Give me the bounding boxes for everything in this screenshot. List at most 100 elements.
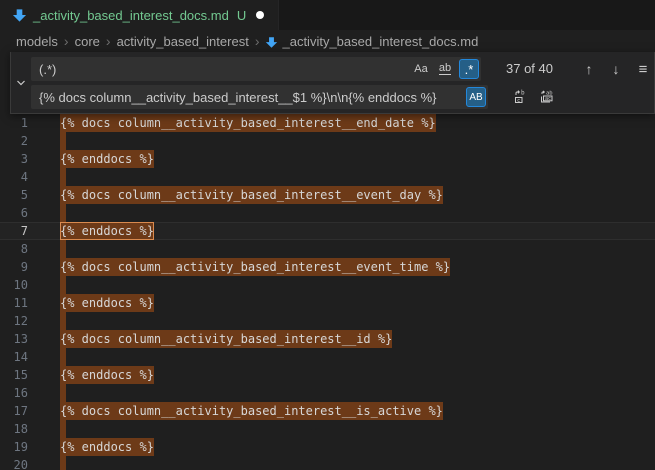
gutter[interactable]: 1 bbox=[0, 114, 60, 132]
code-content[interactable] bbox=[60, 384, 655, 402]
gutter[interactable]: 10 bbox=[0, 276, 60, 294]
replace-button[interactable]: b c bbox=[511, 87, 531, 107]
gutter[interactable]: 6 bbox=[0, 204, 60, 222]
code-line[interactable]: 1{% docs column__activity_based_interest… bbox=[0, 114, 655, 132]
code-line[interactable]: 11{% enddocs %} bbox=[0, 294, 655, 312]
gutter[interactable]: 7 bbox=[0, 222, 60, 240]
gutter[interactable]: 20 bbox=[0, 456, 60, 470]
code-content[interactable]: {% docs column__activity_based_interest_… bbox=[60, 330, 655, 348]
gutter[interactable]: 19 bbox=[0, 438, 60, 456]
find-input-wrap: Aa ab .* bbox=[31, 57, 481, 81]
code-content[interactable] bbox=[60, 132, 655, 150]
code-line[interactable]: 13{% docs column__activity_based_interes… bbox=[0, 330, 655, 348]
code-content[interactable]: {% enddocs %} bbox=[60, 366, 655, 384]
markdown-file-icon bbox=[12, 8, 27, 23]
line-number: 4 bbox=[0, 168, 28, 186]
breadcrumb-item-activity-based-interest[interactable]: activity_based_interest bbox=[117, 34, 249, 49]
gutter[interactable]: 14 bbox=[0, 348, 60, 366]
code-content[interactable] bbox=[60, 276, 655, 294]
chevron-down-icon bbox=[15, 77, 27, 89]
gutter[interactable]: 8 bbox=[0, 240, 60, 258]
breadcrumb-item-models[interactable]: models bbox=[16, 34, 58, 49]
code-line[interactable]: 17{% docs column__activity_based_interes… bbox=[0, 402, 655, 420]
gutter[interactable]: 11 bbox=[0, 294, 60, 312]
editor-pane[interactable]: 1{% docs column__activity_based_interest… bbox=[0, 52, 655, 470]
line-number: 10 bbox=[0, 276, 28, 294]
code-line[interactable]: 15{% enddocs %} bbox=[0, 366, 655, 384]
gutter[interactable]: 15 bbox=[0, 366, 60, 384]
code-content[interactable]: {% enddocs %} bbox=[60, 222, 655, 240]
git-status-badge: U bbox=[237, 8, 246, 23]
code-line[interactable]: 14 bbox=[0, 348, 655, 366]
find-match-highlight-empty bbox=[60, 420, 66, 438]
gutter[interactable]: 17 bbox=[0, 402, 60, 420]
code-area[interactable]: 1{% docs column__activity_based_interest… bbox=[0, 114, 655, 470]
find-match-highlight: {% docs column__activity_based_interest_… bbox=[60, 330, 392, 348]
code-line[interactable]: 8 bbox=[0, 240, 655, 258]
code-content[interactable]: {% docs column__activity_based_interest_… bbox=[60, 186, 655, 204]
match-count: 37 of 40 bbox=[506, 57, 553, 81]
gutter[interactable]: 18 bbox=[0, 420, 60, 438]
gutter[interactable]: 5 bbox=[0, 186, 60, 204]
gutter[interactable]: 13 bbox=[0, 330, 60, 348]
gutter[interactable]: 4 bbox=[0, 168, 60, 186]
find-in-selection-button[interactable]: ≡ bbox=[633, 59, 653, 79]
toggle-replace-button[interactable] bbox=[11, 52, 31, 113]
code-line[interactable]: 12 bbox=[0, 312, 655, 330]
code-line[interactable]: 20 bbox=[0, 456, 655, 470]
breadcrumb-item--activity-based-interest-docs-md[interactable]: _activity_based_interest_docs.md bbox=[282, 34, 478, 49]
code-content[interactable]: {% docs column__activity_based_interest_… bbox=[60, 258, 655, 276]
modified-dot-icon[interactable] bbox=[256, 11, 264, 19]
next-match-button[interactable]: ↓ bbox=[606, 59, 626, 79]
code-content[interactable] bbox=[60, 204, 655, 222]
code-line[interactable]: 5{% docs column__activity_based_interest… bbox=[0, 186, 655, 204]
gutter[interactable]: 12 bbox=[0, 312, 60, 330]
code-content[interactable]: {% docs column__activity_based_interest_… bbox=[60, 402, 655, 420]
gutter[interactable]: 3 bbox=[0, 150, 60, 168]
code-line[interactable]: 16 bbox=[0, 384, 655, 402]
code-content[interactable] bbox=[60, 348, 655, 366]
code-content[interactable]: {% docs column__activity_based_interest_… bbox=[60, 114, 655, 132]
gutter[interactable]: 16 bbox=[0, 384, 60, 402]
line-number: 14 bbox=[0, 348, 28, 366]
code-line[interactable]: 3 {% enddocs %} bbox=[0, 150, 655, 168]
code-line[interactable]: 2 bbox=[0, 132, 655, 150]
code-content[interactable] bbox=[60, 456, 655, 470]
replace-all-button[interactable]: ab ac bbox=[537, 87, 557, 107]
code-line[interactable]: 7{% enddocs %} bbox=[0, 222, 655, 240]
code-content[interactable] bbox=[60, 420, 655, 438]
code-content[interactable] bbox=[60, 312, 655, 330]
preserve-case-button[interactable]: AB bbox=[466, 87, 486, 107]
line-number: 2 bbox=[0, 132, 28, 150]
code-line[interactable]: 6 bbox=[0, 204, 655, 222]
find-match-highlight-empty bbox=[60, 384, 66, 402]
match-case-button[interactable]: Aa bbox=[411, 59, 431, 79]
line-number: 16 bbox=[0, 384, 28, 402]
markdown-file-icon bbox=[265, 36, 278, 49]
find-match-highlight: {% enddocs %} bbox=[60, 294, 154, 312]
code-line[interactable]: 4 bbox=[0, 168, 655, 186]
line-number: 18 bbox=[0, 420, 28, 438]
find-match-highlight-empty bbox=[60, 168, 66, 186]
whole-word-button[interactable]: ab bbox=[435, 59, 455, 79]
code-content[interactable] bbox=[60, 168, 655, 186]
replace-input[interactable] bbox=[31, 85, 488, 109]
replace-icon: b c bbox=[513, 89, 529, 105]
code-line[interactable]: 10 bbox=[0, 276, 655, 294]
code-line[interactable]: 18 bbox=[0, 420, 655, 438]
regex-button[interactable]: .* bbox=[459, 59, 479, 79]
code-content[interactable]: {% enddocs %} bbox=[60, 438, 655, 456]
code-line[interactable]: 19{% enddocs %} bbox=[0, 438, 655, 456]
gutter[interactable]: 2 bbox=[0, 132, 60, 150]
line-number: 3 bbox=[0, 150, 28, 168]
code-content[interactable]: {% enddocs %} bbox=[60, 150, 655, 168]
previous-match-button[interactable]: ↑ bbox=[579, 59, 599, 79]
find-match-highlight-empty bbox=[60, 348, 66, 366]
code-content[interactable]: {% enddocs %} bbox=[60, 294, 655, 312]
gutter[interactable]: 9 bbox=[0, 258, 60, 276]
tab-activity-docs[interactable]: _activity_based_interest_docs.md U bbox=[0, 0, 279, 30]
breadcrumb-item-core[interactable]: core bbox=[75, 34, 100, 49]
code-line[interactable]: 9{% docs column__activity_based_interest… bbox=[0, 258, 655, 276]
code-content[interactable] bbox=[60, 240, 655, 258]
find-options: Aa ab .* bbox=[411, 59, 479, 79]
